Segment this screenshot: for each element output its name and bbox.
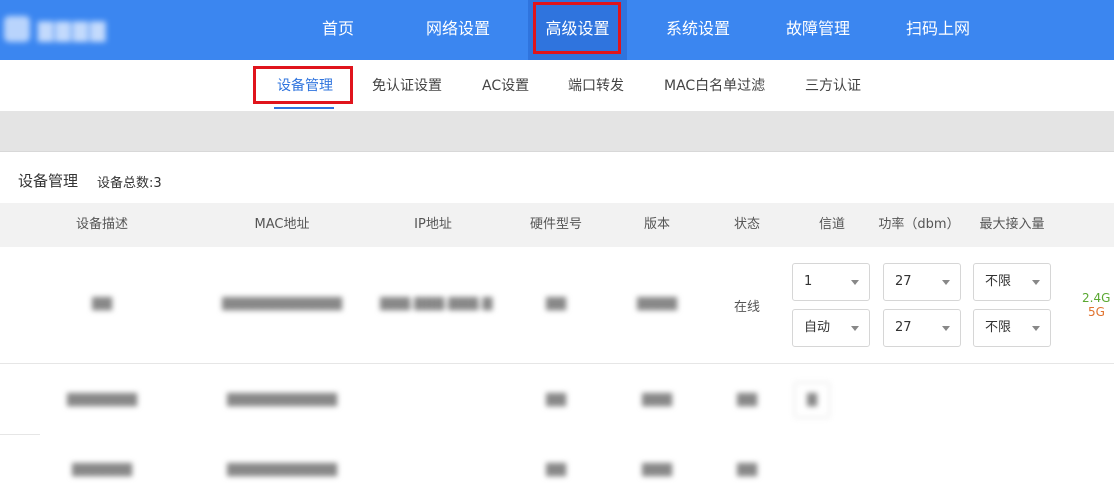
nav-fault-management[interactable]: 故障管理 (786, 0, 850, 60)
version-redacted: ▇▇▇ (642, 462, 672, 477)
table-header: 设备描述 MAC地址 IP地址 硬件型号 版本 状态 信道 功率（dbm） 最大… (0, 203, 1114, 247)
tab-port-forwarding[interactable]: 端口转发 (568, 61, 624, 111)
row-divider (0, 434, 40, 435)
mac-address-redacted: ▇▇▇▇▇▇▇▇▇▇▇ (227, 392, 337, 407)
col-version: 版本 (643, 217, 670, 232)
tab-device-management[interactable]: 设备管理 (277, 61, 333, 111)
col-max-connections: 最大接入量 (979, 217, 1045, 232)
version-redacted: ▇▇▇ (642, 392, 672, 407)
col-ip-address: IP地址 (414, 217, 452, 232)
row-divider (0, 363, 1114, 364)
power-5g-value: 27 (895, 320, 912, 335)
device-description-redacted: ▇▇ (92, 296, 112, 311)
channel-24g-select[interactable]: 1 (792, 263, 870, 301)
active-tab-underline (274, 107, 334, 109)
chevron-down-icon (1032, 326, 1040, 331)
tab-ac-settings[interactable]: AC设置 (482, 61, 529, 111)
col-hardware-model: 硬件型号 (529, 217, 582, 232)
power-24g-select[interactable]: 27 (883, 263, 961, 301)
channel-5g-value: 自动 (804, 320, 831, 335)
mac-address-redacted: ▇▇▇▇▇▇▇▇▇▇▇▇ (222, 296, 342, 311)
tab-third-party-auth[interactable]: 三方认证 (805, 61, 861, 111)
col-power: 功率（dbm） (878, 217, 960, 232)
status-online: 在线 (733, 300, 760, 315)
chevron-down-icon (1032, 280, 1040, 285)
max-connections-5g-value: 不限 (985, 320, 1012, 335)
device-description-redacted: ▇▇▇▇▇▇ (72, 462, 132, 477)
nav-network-settings[interactable]: 网络设置 (426, 0, 490, 60)
section-title: 设备管理 (18, 172, 79, 190)
tab-mac-whitelist[interactable]: MAC白名单过滤 (664, 61, 765, 111)
toolbar-band (0, 111, 1114, 152)
device-count: 设备总数:3 (97, 176, 162, 191)
col-device-description: 设备描述 (75, 217, 128, 232)
nav-scan-to-connect[interactable]: 扫码上网 (906, 0, 970, 60)
col-channel: 信道 (818, 217, 845, 232)
max-connections-24g-select[interactable]: 不限 (973, 263, 1051, 301)
channel-5g-select[interactable]: 自动 (792, 309, 870, 347)
power-24g-value: 27 (895, 274, 912, 289)
status-redacted: ▇▇ (737, 392, 757, 407)
logo-text: ▇▇▇▇ (38, 18, 108, 42)
col-mac-address: MAC地址 (254, 217, 310, 232)
nav-system-settings[interactable]: 系统设置 (666, 0, 730, 60)
chevron-down-icon (851, 280, 859, 285)
mac-address-redacted: ▇▇▇▇▇▇▇▇▇▇▇ (227, 462, 337, 477)
nav-advanced-settings[interactable]: 高级设置 (528, 0, 627, 60)
logo-mark-icon (4, 16, 30, 42)
device-description-redacted: ▇▇▇▇▇▇▇ (67, 392, 137, 407)
hardware-model-redacted: ▇▇ (546, 392, 566, 407)
col-status: 状态 (733, 217, 760, 232)
max-connections-5g-select[interactable]: 不限 (973, 309, 1051, 347)
status-redacted: ▇▇ (737, 462, 757, 477)
max-connections-24g-value: 不限 (985, 274, 1012, 289)
hardware-model-redacted: ▇▇ (546, 462, 566, 477)
hardware-model-redacted: ▇▇ (546, 296, 566, 311)
nav-home[interactable]: 首页 (322, 0, 354, 60)
power-5g-select[interactable]: 27 (883, 309, 961, 347)
ip-address-redacted: ▇▇▇.▇▇▇.▇▇▇.▇ (380, 296, 493, 311)
chevron-down-icon (942, 326, 950, 331)
chevron-down-icon (851, 326, 859, 331)
band-label-24g: 2.4G (1082, 291, 1111, 305)
band-label-5g: 5G (1088, 305, 1105, 319)
version-redacted: ▇▇▇▇ (637, 296, 677, 311)
tab-auth-free-settings[interactable]: 免认证设置 (372, 61, 442, 111)
channel-select-redacted: ▇ (794, 382, 830, 418)
channel-24g-value: 1 (804, 274, 813, 289)
chevron-down-icon (942, 280, 950, 285)
brand-logo: ▇▇▇▇ (4, 12, 154, 46)
